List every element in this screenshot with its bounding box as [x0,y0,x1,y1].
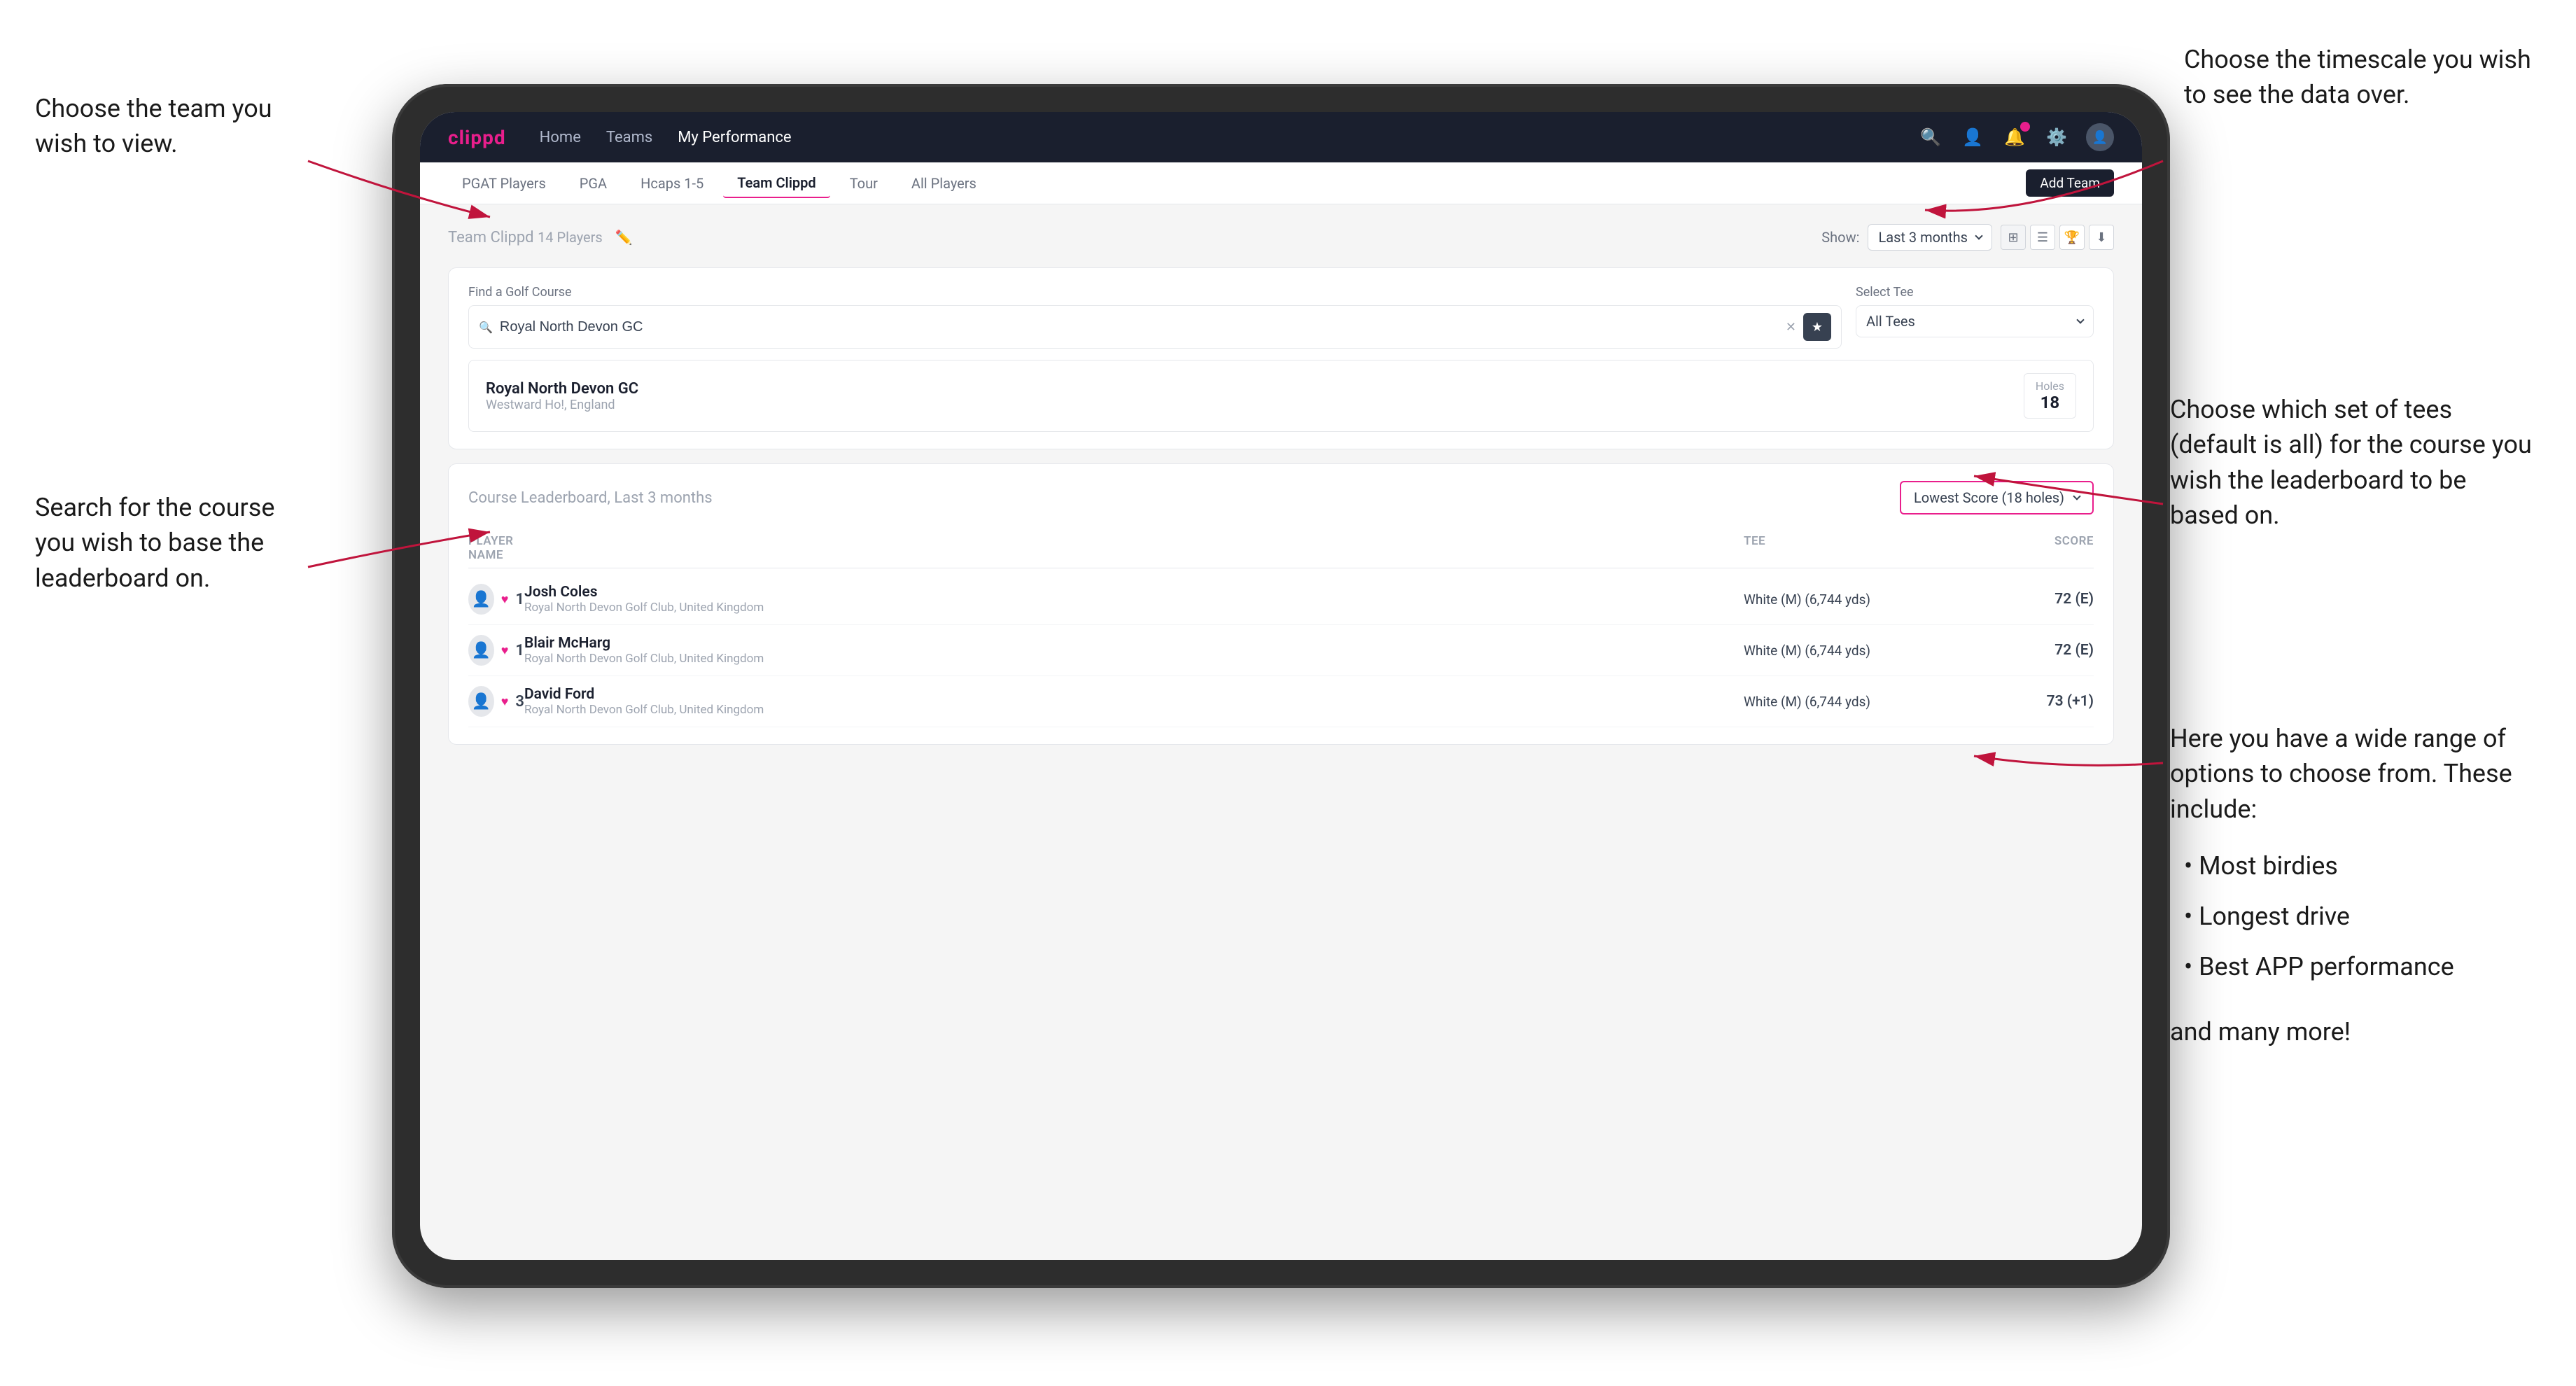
annotation-score-options: Here you have a wide range of options to… [2170,721,2534,1050]
main-nav: Home Teams My Performance [540,129,1884,146]
course-result-location: Westward Ho!, England [486,398,638,412]
annotation-timescale: Choose the timescale you wish to see the… [2184,42,2534,113]
player-avatar-3: 👤 [468,686,494,717]
heart-icon-1: ♥ [501,592,509,607]
col-player-name: PLAYER NAME [468,534,524,562]
navbar-icons: 🔍 👤 🔔 ⚙️ 👤 [1918,123,2114,151]
player-club-3: Royal North Devon Golf Club, United King… [524,703,1744,717]
course-result-name: Royal North Devon GC [486,380,638,398]
team-header: Team Clippd 14 Players ✏️ Show: Last 3 m… [448,224,2114,251]
player-name-2: Blair McHarg [524,635,1744,652]
navbar: clippd Home Teams My Performance 🔍 👤 🔔 ⚙… [420,112,2142,162]
col-player-name-spacer [524,534,1744,562]
player-name-1: Josh Coles [524,584,1744,601]
leaderboard-table: PLAYER NAME TEE SCORE 👤 ♥ 1 Josh [468,528,2094,727]
player-rank-2: 👤 ♥ 1 [468,635,524,666]
trophy-view-icon[interactable]: 🏆 [2059,225,2085,250]
time-period-select[interactable]: Last 3 months [1868,224,1992,251]
subnav-all-players[interactable]: All Players [897,169,990,197]
player-info-2: Blair McHarg Royal North Devon Golf Club… [524,635,1744,666]
annotation-choose-team: Choose the team you wish to view. [35,91,301,162]
holes-badge: Holes 18 [2024,373,2076,419]
app-logo: clippd [448,126,506,149]
col-tee: TEE [1744,534,1954,562]
user-avatar[interactable]: 👤 [2086,123,2114,151]
subnav-pgat[interactable]: PGAT Players [448,169,560,197]
subnav-tour[interactable]: Tour [836,169,892,197]
course-search-group: Find a Golf Course 🔍 ✕ ★ [468,285,1842,349]
player-tee-2: White (M) (6,744 yds) [1744,643,1954,659]
course-search-wrap: 🔍 ✕ ★ [468,305,1842,349]
player-avatar-2: 👤 [468,635,494,666]
add-team-button[interactable]: Add Team [2026,169,2114,197]
rank-number-1: 1 [515,591,524,608]
course-result-info: Royal North Devon GC Westward Ho!, Engla… [486,380,638,412]
player-score-2: 72 (E) [1954,642,2094,659]
search-row: Find a Golf Course 🔍 ✕ ★ Select Tee All … [468,285,2094,349]
nav-teams[interactable]: Teams [606,129,652,146]
list-view-icon[interactable]: ☰ [2030,225,2055,250]
leaderboard-title: Course Leaderboard, Last 3 months [468,489,713,507]
settings-icon[interactable]: ⚙️ [2044,125,2069,150]
player-tee-3: White (M) (6,744 yds) [1744,694,1954,710]
player-avatar-1: 👤 [468,584,494,615]
subnav-team-clippd[interactable]: Team Clippd [723,169,830,198]
search-input-icon: 🔍 [479,321,493,334]
player-score-1: 72 (E) [1954,591,2094,608]
grid-view-icon[interactable]: ⊞ [2001,225,2026,250]
bell-icon[interactable]: 🔔 [2002,125,2027,150]
edit-team-icon[interactable]: ✏️ [615,229,633,246]
subnav-hcaps[interactable]: Hcaps 1-5 [626,169,718,197]
player-rank-3: 👤 ♥ 3 [468,686,524,717]
main-content: Team Clippd 14 Players ✏️ Show: Last 3 m… [420,204,2142,764]
view-icons: ⊞ ☰ 🏆 ⬇ [2001,225,2114,250]
download-icon[interactable]: ⬇ [2089,225,2114,250]
holes-number: 18 [2036,393,2064,412]
annotation-search-course: Search for the course you wish to base t… [35,490,301,596]
clear-search-icon[interactable]: ✕ [1786,320,1796,335]
show-label: Show: [1821,229,1859,246]
team-title: Team Clippd 14 Players [448,229,603,246]
favorite-icon[interactable]: ★ [1803,313,1831,341]
show-options: Show: Last 3 months ⊞ ☰ 🏆 ⬇ [1821,224,2114,251]
subnav-pga[interactable]: PGA [566,169,621,197]
col-score: SCORE [1954,534,2094,562]
profile-icon[interactable]: 👤 [1960,125,1985,150]
annotation-tees: Choose which set of tees (default is all… [2170,392,2534,533]
course-result[interactable]: Royal North Devon GC Westward Ho!, Engla… [468,360,2094,432]
tee-dropdown[interactable]: All Tees [1856,305,2094,337]
table-row: 👤 ♥ 3 David Ford Royal North Devon Golf … [468,676,2094,727]
tablet-frame: clippd Home Teams My Performance 🔍 👤 🔔 ⚙… [392,84,2170,1288]
player-rank-1: 👤 ♥ 1 [468,584,524,615]
player-info-1: Josh Coles Royal North Devon Golf Club, … [524,584,1744,615]
score-type-dropdown[interactable]: Lowest Score (18 holes) [1900,481,2094,514]
player-name-3: David Ford [524,686,1744,703]
player-score-3: 73 (+1) [1954,693,2094,710]
tablet-screen: clippd Home Teams My Performance 🔍 👤 🔔 ⚙… [420,112,2142,1260]
nav-home[interactable]: Home [540,129,581,146]
notification-badge [2020,122,2030,132]
heart-icon-3: ♥ [501,694,509,709]
player-tee-1: White (M) (6,744 yds) [1744,592,1954,608]
table-header: PLAYER NAME TEE SCORE [468,528,2094,568]
player-info-3: David Ford Royal North Devon Golf Club, … [524,686,1744,717]
table-row: 👤 ♥ 1 Josh Coles Royal North Devon Golf … [468,574,2094,625]
find-course-label: Find a Golf Course [468,285,1842,300]
rank-number-2: 1 [515,642,524,659]
player-club-1: Royal North Devon Golf Club, United King… [524,601,1744,615]
leaderboard-section: Course Leaderboard, Last 3 months Lowest… [448,463,2114,745]
search-area: Find a Golf Course 🔍 ✕ ★ Select Tee All … [448,267,2114,449]
tee-select-group: Select Tee All Tees [1856,285,2094,349]
search-icon[interactable]: 🔍 [1918,125,1943,150]
rank-number-3: 3 [515,693,524,710]
player-club-2: Royal North Devon Golf Club, United King… [524,652,1744,666]
sub-nav: PGAT Players PGA Hcaps 1-5 Team Clippd T… [420,162,2142,204]
nav-my-performance[interactable]: My Performance [678,129,791,146]
heart-icon-2: ♥ [501,643,509,658]
course-search-input[interactable] [500,319,1779,335]
table-row: 👤 ♥ 1 Blair McHarg Royal North Devon Gol… [468,625,2094,676]
select-tee-label: Select Tee [1856,285,2094,300]
holes-label: Holes [2036,379,2064,393]
leaderboard-header: Course Leaderboard, Last 3 months Lowest… [468,481,2094,514]
